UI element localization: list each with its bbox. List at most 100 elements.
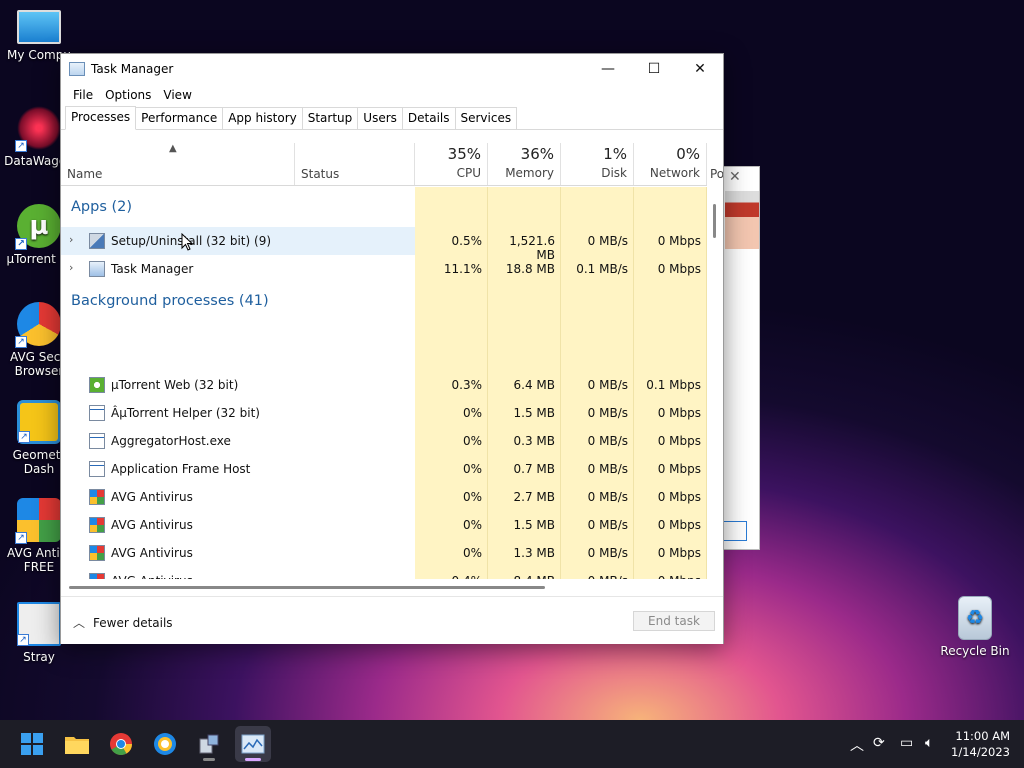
minimize-button[interactable]: —: [585, 54, 631, 84]
menu-file[interactable]: File: [67, 88, 99, 102]
process-memory: 1.5 MB: [513, 406, 555, 420]
sync-alert-icon[interactable]: ⟳: [873, 735, 885, 751]
process-network: 0 Mbps: [657, 262, 701, 276]
menu-view[interactable]: View: [157, 88, 197, 102]
process-icon: [89, 545, 105, 561]
process-cpu: 0%: [462, 546, 482, 560]
process-row[interactable]: › Setup/Uninstall (32 bit) (9) 0.5% 1,521.6…: [61, 227, 707, 262]
group-background-processes[interactable]: Background processes (41): [71, 293, 269, 309]
desktop-icon-recycle-bin[interactable]: ♻ Recycle Bin: [936, 596, 1014, 658]
process-disk: 0 MB/s: [587, 546, 628, 560]
menu-options[interactable]: Options: [99, 88, 157, 102]
maximize-button[interactable]: ☐: [631, 54, 677, 84]
taskbar-setup[interactable]: [191, 726, 227, 762]
background-window-button[interactable]: [723, 521, 747, 541]
process-cpu: 0%: [462, 462, 482, 476]
column-status[interactable]: Status: [295, 143, 415, 185]
process-cpu: 0%: [462, 518, 482, 532]
process-name: AVG Antivirus: [111, 574, 193, 579]
task-manager-window[interactable]: Task Manager — ☐ ✕ File Options View Pro…: [60, 53, 724, 644]
process-disk: 0 MB/s: [587, 518, 628, 532]
process-icon: [89, 405, 105, 421]
column-disk[interactable]: 1% Disk: [561, 143, 634, 185]
fewer-details-label: Fewer details: [93, 616, 173, 630]
process-row[interactable]: AVG Antivirus 0.4% 8.4 MB 0 MB/s 0 Mbps: [61, 567, 707, 579]
avg-secure-browser-icon: ↗: [15, 302, 61, 348]
file-explorer-icon: [65, 737, 89, 754]
process-row[interactable]: AggregatorHost.exe 0% 0.3 MB 0 MB/s 0 Mbps: [61, 427, 707, 455]
process-network: 0 Mbps: [657, 462, 701, 476]
process-cpu: 11.1%: [443, 262, 482, 276]
process-icon: [89, 489, 105, 505]
network-icon[interactable]: ▭: [900, 735, 913, 751]
start-icon: [21, 733, 43, 755]
process-network: 0.1 Mbps: [646, 378, 701, 392]
taskbar-avg-browser[interactable]: [147, 726, 183, 762]
process-memory: 1.5 MB: [513, 518, 555, 532]
process-cpu: 0%: [462, 434, 482, 448]
process-cpu: 0.4%: [415, 574, 483, 579]
process-cpu: 0.5%: [451, 234, 483, 248]
column-power[interactable]: Po: [707, 143, 723, 185]
process-disk: 0 MB/s: [587, 462, 628, 476]
tab-services[interactable]: Services: [454, 107, 518, 129]
process-disk: 0 MB/s: [587, 234, 628, 248]
start-button[interactable]: [14, 726, 50, 762]
process-row[interactable]: › Task Manager 11.1% 18.8 MB 0.1 MB/s 0 Mbps: [61, 255, 707, 283]
column-memory[interactable]: 36% Memory: [488, 143, 561, 185]
chevron-up-icon: ︿: [73, 616, 86, 630]
taskbar: ︿ ⟳ ▭ 🔈︎ 11:00 AM 1/14/2023: [0, 720, 1024, 768]
tab-app-history[interactable]: App history: [222, 107, 303, 129]
active-indicator: [245, 758, 261, 761]
taskbar-chrome[interactable]: [103, 726, 139, 762]
volume-icon[interactable]: 🔈︎: [925, 735, 933, 751]
process-row[interactable]: AVG Antivirus 0% 1.3 MB 0 MB/s 0 Mbps: [61, 539, 707, 567]
close-button[interactable]: ✕: [677, 54, 723, 84]
process-list[interactable]: Apps (2) Background processes (41) › Setu…: [61, 187, 707, 579]
process-row[interactable]: ÂµTorrent Helper (32 bit) 0% 1.5 MB 0 MB/s 0…: [61, 399, 707, 427]
fewer-details-button[interactable]: ︿ Fewer details: [73, 614, 173, 631]
process-name: Task Manager: [111, 262, 194, 276]
recycle-bin-icon: ♻: [958, 596, 992, 640]
window-title: Task Manager: [91, 62, 174, 76]
process-memory: 0.3 MB: [513, 434, 555, 448]
process-row[interactable]: Application Frame Host 0% 0.7 MB 0 MB/s 0 Mb…: [61, 455, 707, 483]
horizontal-scrollbar[interactable]: [69, 586, 545, 589]
chrome-icon: [110, 733, 132, 755]
process-disk: 0.1 MB/s: [576, 262, 628, 276]
desktop-icon-label: Recycle Bin: [940, 644, 1010, 658]
process-network: 0 Mbps: [657, 406, 701, 420]
tab-processes[interactable]: Processes: [65, 106, 137, 130]
process-memory: 0.7 MB: [513, 462, 555, 476]
clock[interactable]: 11:00 AM 1/14/2023: [951, 728, 1010, 760]
tab-users[interactable]: Users: [357, 107, 403, 129]
avg-browser-icon: [154, 733, 176, 755]
vertical-scrollbar[interactable]: [713, 204, 716, 238]
group-apps[interactable]: Apps (2): [71, 199, 132, 215]
process-row[interactable]: AVG Antivirus 0% 1.5 MB 0 MB/s 0 Mbps: [61, 511, 707, 539]
end-task-button[interactable]: End task: [633, 611, 715, 631]
expand-chevron-icon[interactable]: ›: [69, 261, 73, 274]
process-row[interactable]: AVG Antivirus 0% 2.7 MB 0 MB/s 0 Mbps: [61, 483, 707, 511]
process-memory: 18.8 MB: [505, 262, 555, 276]
avg-antivirus-icon: ↗: [15, 498, 61, 544]
process-name: ÂµTorrent Helper (32 bit): [111, 406, 260, 420]
column-network[interactable]: 0% Network: [634, 143, 707, 185]
process-name: AVG Antivirus: [111, 546, 193, 560]
column-cpu[interactable]: 35% CPU: [415, 143, 488, 185]
menu-bar: File Options View: [61, 84, 723, 106]
column-name[interactable]: ▲ Name: [61, 143, 295, 185]
tab-performance[interactable]: Performance: [135, 107, 224, 129]
taskbar-task-manager[interactable]: [235, 726, 271, 762]
title-bar[interactable]: Task Manager — ☐ ✕: [61, 54, 723, 84]
taskbar-file-explorer[interactable]: [59, 726, 95, 762]
expand-chevron-icon[interactable]: ›: [69, 233, 73, 246]
process-cpu: 0%: [462, 406, 482, 420]
close-icon[interactable]: ✕: [729, 169, 741, 185]
clock-time: 11:00 AM: [955, 729, 1010, 743]
process-memory: 2.7 MB: [513, 490, 555, 504]
process-row[interactable]: µTorrent Web (32 bit) 0.3% 6.4 MB 0 MB/s 0.1…: [61, 371, 707, 399]
show-hidden-icons-chevron-icon[interactable]: ︿: [850, 735, 864, 755]
tab-startup[interactable]: Startup: [301, 107, 359, 129]
tab-details[interactable]: Details: [401, 107, 456, 129]
